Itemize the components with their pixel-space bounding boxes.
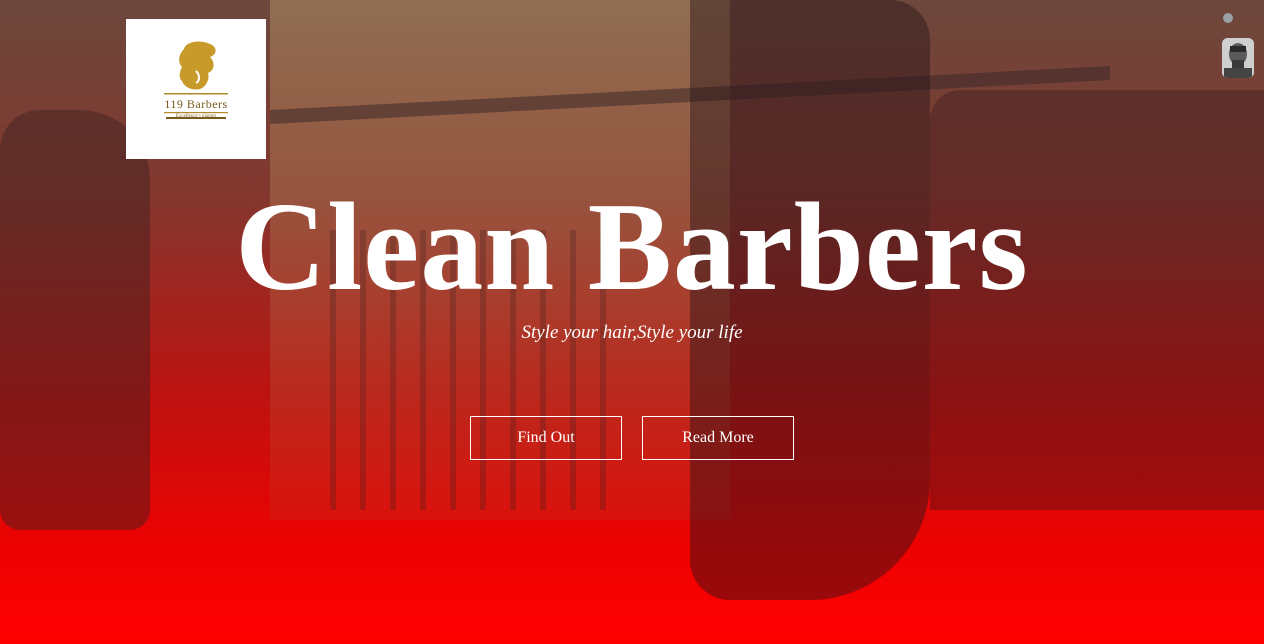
avatar-portrait	[1222, 38, 1254, 78]
find-out-button[interactable]: Find Out	[470, 416, 622, 460]
logo-name: 119 Barbers	[164, 97, 228, 111]
logo-tagline: Excellence • glamor	[175, 114, 217, 119]
page-subtitle: Style your hair,Style your life	[521, 322, 743, 343]
hero-section: 119 Barbers Excellence • glamor Clean Ba…	[0, 0, 1264, 644]
barber-head-logo-icon	[164, 41, 228, 119]
user-avatar-icon[interactable]	[1222, 38, 1254, 78]
background-chair-left	[0, 110, 150, 530]
page-title: Clean Barbers	[235, 178, 1029, 317]
status-dot-icon	[1223, 13, 1233, 23]
read-more-button[interactable]: Read More	[642, 416, 794, 460]
site-logo[interactable]: 119 Barbers Excellence • glamor	[126, 19, 266, 159]
